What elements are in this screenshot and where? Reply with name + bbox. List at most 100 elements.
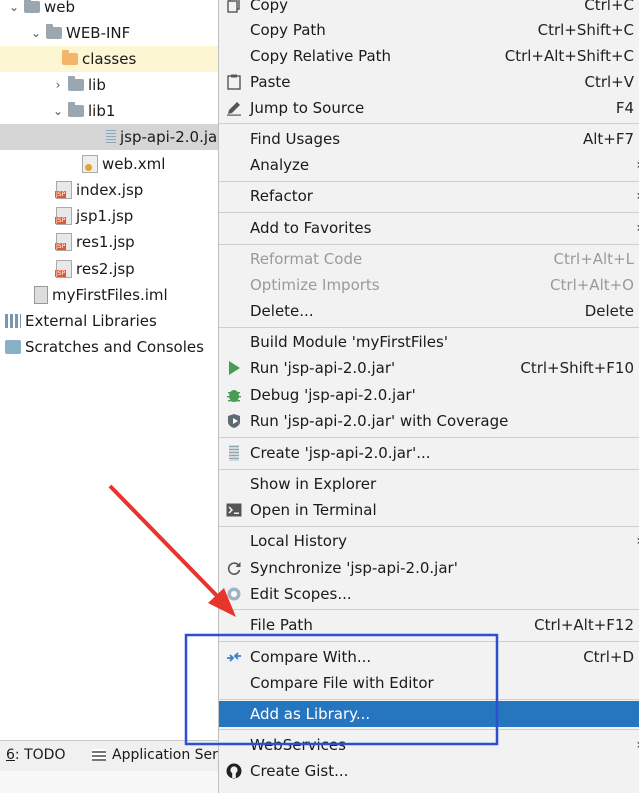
menu-separator: [219, 699, 639, 700]
tree-item-label: WEB-INF: [66, 24, 131, 42]
tree-item-label: jsp-api-2.0.jar: [120, 128, 224, 146]
menu-item-compare-with[interactable]: Compare With... Ctrl+D: [219, 644, 639, 670]
tree-item-jsp-api-jar[interactable]: jsp-api-2.0.jar: [0, 124, 223, 150]
appserv-label: Application Ser: [112, 747, 218, 763]
chevron-down-icon[interactable]: ⌄: [30, 26, 42, 40]
status-bar: [0, 771, 219, 793]
menu-item-copy-path[interactable]: Copy Path Ctrl+Shift+C: [219, 17, 639, 43]
paste-icon: [225, 69, 243, 95]
tool-window-bar: 6: TODO Application Ser: [0, 740, 219, 771]
server-icon: [92, 749, 106, 761]
chevron-down-icon[interactable]: ⌄: [52, 104, 64, 118]
jsp-file-icon: [55, 233, 72, 251]
compare-icon: [225, 644, 243, 670]
library-icon: [5, 314, 21, 328]
menu-separator: [219, 244, 639, 245]
tree-item-label: lib1: [88, 102, 116, 120]
menu-item-build-module[interactable]: Build Module 'myFirstFiles': [219, 329, 639, 355]
menu-item-paste[interactable]: Paste Ctrl+V: [219, 69, 639, 95]
menu-separator: [219, 526, 639, 527]
menu-item-open-in-terminal[interactable]: Open in Terminal: [219, 497, 639, 523]
folder-icon: [68, 76, 84, 91]
todo-label: : TODO: [14, 747, 66, 763]
tree-item-label: jsp1.jsp: [76, 207, 134, 225]
tree-item-jsp1[interactable]: jsp1.jsp: [0, 203, 219, 229]
menu-item-synchronize[interactable]: Synchronize 'jsp-api-2.0.jar': [219, 555, 639, 581]
sync-icon: [225, 555, 243, 581]
tree-item-label: classes: [82, 50, 137, 68]
tree-item-label: index.jsp: [76, 181, 144, 199]
tree-item-scratches[interactable]: Scratches and Consoles: [0, 334, 219, 360]
context-menu: Copy Ctrl+C Copy Path Ctrl+Shift+C Copy …: [218, 0, 639, 793]
menu-item-delete[interactable]: Delete... Delete: [219, 298, 639, 324]
menu-item-create-gist[interactable]: Create Gist...: [219, 758, 639, 784]
coverage-icon: [225, 408, 243, 434]
menu-item-webservices[interactable]: WebServices ›: [219, 732, 639, 758]
jsp-file-icon: [55, 260, 72, 278]
jsp-file-icon: [55, 207, 72, 225]
menu-item-run[interactable]: Run 'jsp-api-2.0.jar' Ctrl+Shift+F10: [219, 355, 639, 381]
module-file-icon: [34, 286, 48, 304]
menu-item-debug[interactable]: Debug 'jsp-api-2.0.jar': [219, 382, 639, 408]
menu-separator: [219, 123, 639, 124]
menu-item-find-usages[interactable]: Find Usages Alt+F7: [219, 126, 639, 152]
tree-item-label: web.xml: [102, 155, 166, 173]
tree-item-label: Scratches and Consoles: [25, 338, 204, 356]
chevron-down-icon[interactable]: ⌄: [8, 0, 20, 14]
tree-item-res1[interactable]: res1.jsp: [0, 229, 219, 255]
menu-separator: [219, 437, 639, 438]
todo-number: 6: [6, 747, 15, 763]
menu-separator: [219, 327, 639, 328]
copy-icon: [225, 0, 243, 18]
menu-item-show-in-explorer[interactable]: Show in Explorer: [219, 471, 639, 497]
menu-item-analyze[interactable]: Analyze ›: [219, 152, 639, 178]
menu-item-add-to-favorites[interactable]: Add to Favorites ›: [219, 215, 639, 241]
pencil-icon: [225, 95, 243, 121]
menu-item-copy-relative-path[interactable]: Copy Relative Path Ctrl+Alt+Shift+C: [219, 43, 639, 69]
menu-item-copy[interactable]: Copy Ctrl+C: [219, 0, 639, 18]
jar-icon: [225, 440, 243, 466]
folder-icon: [46, 24, 62, 39]
tree-item-label: myFirstFiles.iml: [52, 286, 168, 304]
tree-item-res2[interactable]: res2.jsp: [0, 256, 219, 282]
menu-separator: [219, 641, 639, 642]
menu-separator: [219, 729, 639, 730]
folder-icon: [62, 50, 78, 65]
tree-item-lib[interactable]: › lib: [0, 72, 219, 98]
tree-item-web-inf[interactable]: ⌄ WEB-INF: [0, 20, 219, 46]
menu-separator: [219, 469, 639, 470]
tree-item-web-xml[interactable]: web.xml: [0, 151, 219, 177]
tree-item-label: res2.jsp: [76, 260, 135, 278]
menu-item-file-path[interactable]: File Path Ctrl+Alt+F12: [219, 612, 639, 638]
menu-item-local-history[interactable]: Local History ›: [219, 528, 639, 554]
application-servers-tab[interactable]: Application Ser: [92, 747, 218, 763]
jsp-file-icon: [55, 181, 72, 199]
menu-separator: [219, 609, 639, 610]
menu-item-add-as-library[interactable]: Add as Library...: [219, 701, 639, 727]
terminal-icon: [225, 497, 243, 523]
tree-item-label: res1.jsp: [76, 233, 135, 251]
tree-item-web[interactable]: ⌄ web: [0, 0, 219, 20]
tree-item-lib1[interactable]: ⌄ lib1: [0, 98, 219, 124]
tree-item-classes[interactable]: classes: [0, 46, 219, 72]
menu-item-run-with-coverage[interactable]: Run 'jsp-api-2.0.jar' with Coverage: [219, 408, 639, 434]
tree-item-iml[interactable]: myFirstFiles.iml: [0, 282, 219, 308]
github-icon: [225, 758, 243, 784]
menu-separator: [219, 212, 639, 213]
folder-icon: [24, 0, 40, 13]
folder-icon: [68, 102, 84, 117]
menu-item-optimize-imports[interactable]: Optimize Imports Ctrl+Alt+O: [219, 272, 639, 298]
tree-item-index-jsp[interactable]: index.jsp: [0, 177, 219, 203]
menu-item-create-config[interactable]: Create 'jsp-api-2.0.jar'...: [219, 440, 639, 466]
menu-item-compare-file-with-editor[interactable]: Compare File with Editor: [219, 670, 639, 696]
menu-item-refactor[interactable]: Refactor ›: [219, 183, 639, 209]
menu-item-reformat-code[interactable]: Reformat Code Ctrl+Alt+L: [219, 246, 639, 272]
scope-icon: [225, 581, 243, 607]
tree-item-label: External Libraries: [25, 312, 157, 330]
menu-item-edit-scopes[interactable]: Edit Scopes...: [219, 581, 639, 607]
tree-item-label: lib: [88, 76, 106, 94]
chevron-right-icon[interactable]: ›: [52, 78, 64, 92]
menu-item-jump-to-source[interactable]: Jump to Source F4: [219, 95, 639, 121]
todo-tab[interactable]: 6: TODO: [6, 747, 65, 763]
tree-item-external-libraries[interactable]: External Libraries: [0, 308, 219, 334]
